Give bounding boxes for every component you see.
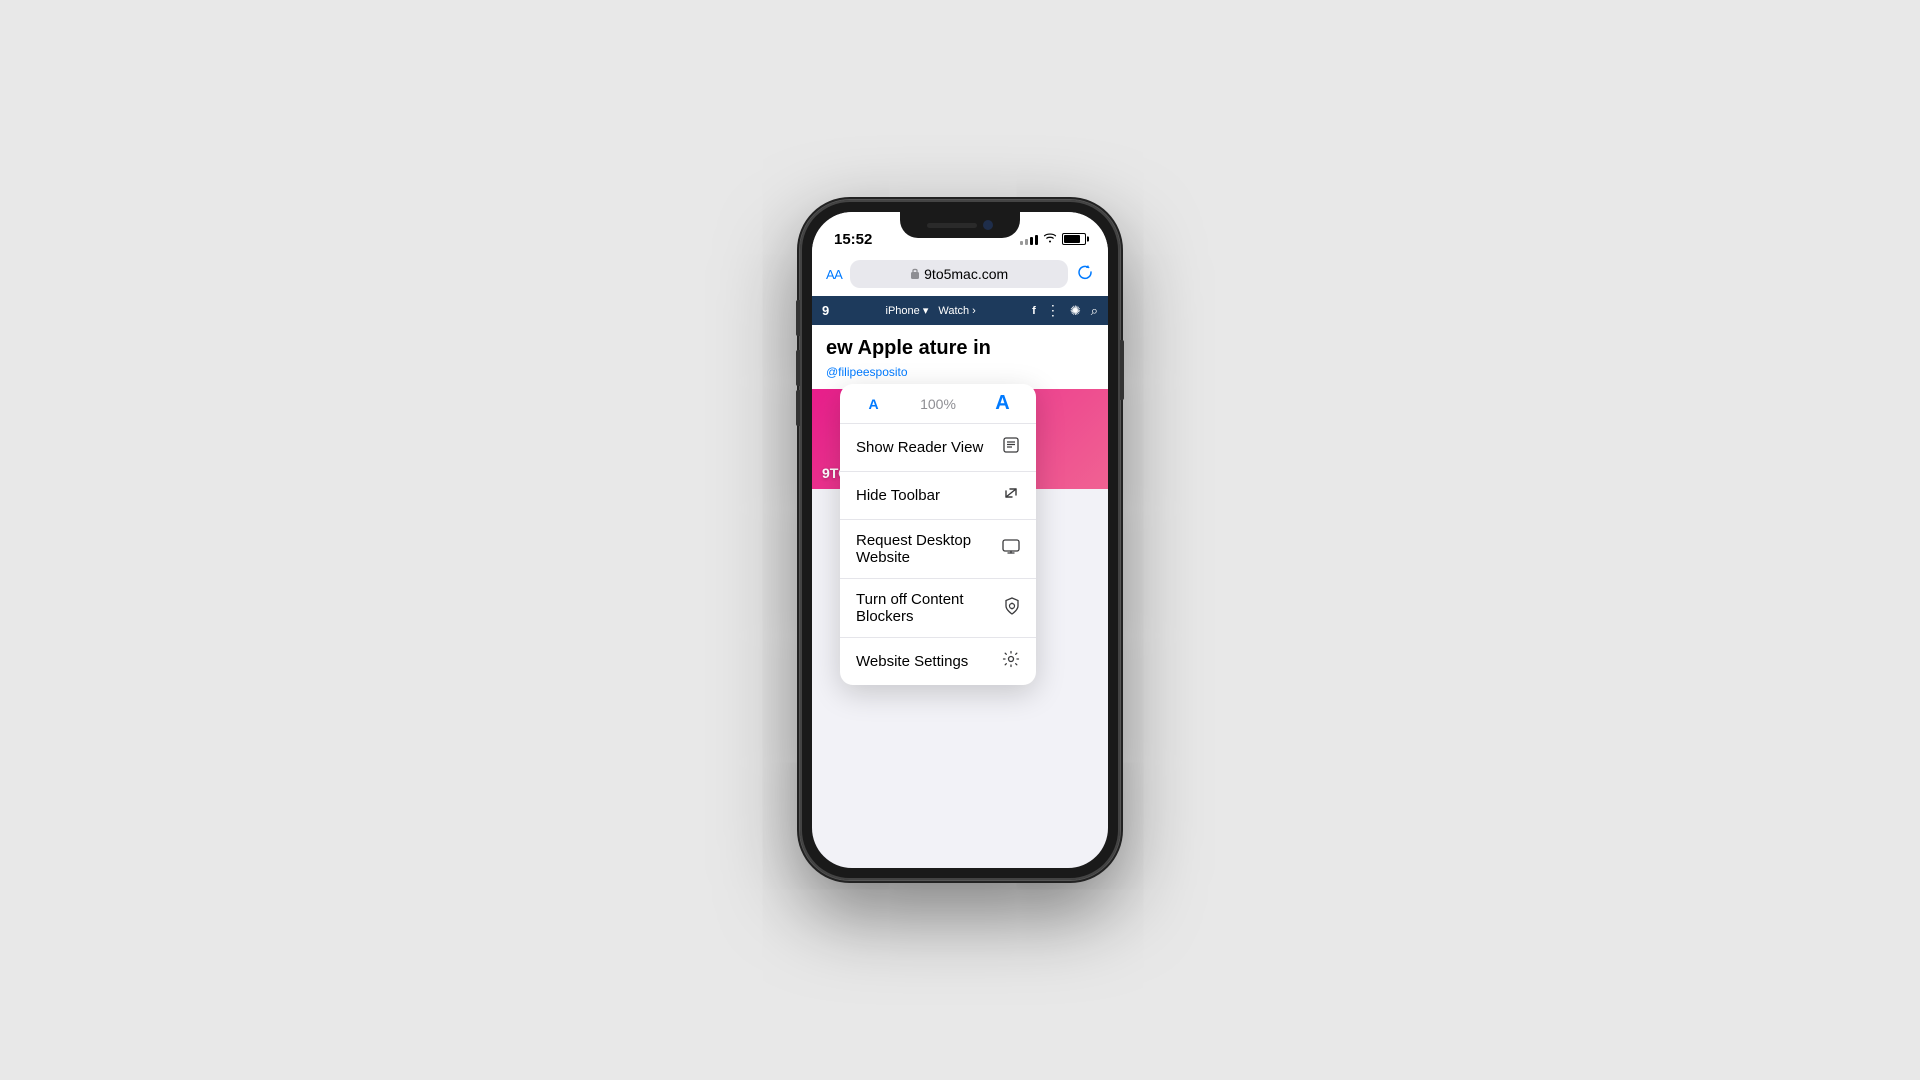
signal-bar-1 [1020, 241, 1023, 245]
signal-bars-icon [1020, 233, 1038, 245]
signal-bar-2 [1025, 239, 1028, 245]
notch-speaker [927, 223, 977, 228]
font-small-a-button[interactable]: A [852, 396, 895, 412]
font-popup: A 100% A Show Reader View [840, 384, 1036, 685]
request-desktop-label: Request Desktop Website [856, 532, 1002, 566]
article-author[interactable]: @filipeesposito [826, 365, 1094, 379]
phone-screen: 15:52 [812, 212, 1108, 868]
facebook-icon[interactable]: f [1032, 305, 1036, 317]
article-content: ew Apple ature in @filipeesposito [812, 325, 1108, 389]
reader-view-icon [1002, 436, 1020, 459]
phone-wrapper: 15:52 [800, 200, 1120, 880]
turn-off-content-blockers-label: Turn off Content Blockers [856, 591, 1004, 625]
hide-toolbar-label: Hide Toolbar [856, 487, 940, 504]
show-reader-view-item[interactable]: Show Reader View [840, 424, 1036, 472]
font-size-row: A 100% A [840, 384, 1036, 424]
turn-off-content-blockers-item[interactable]: Turn off Content Blockers [840, 579, 1036, 638]
status-time: 15:52 [834, 231, 872, 248]
url-field[interactable]: 9to5mac.com [850, 260, 1068, 288]
website-nav-icons: f ⋮ ✺ ⌕ [1032, 302, 1098, 319]
status-icons [1020, 232, 1086, 246]
signal-bar-4 [1035, 235, 1038, 245]
website-settings-label: Website Settings [856, 653, 968, 670]
font-percent-display: 100% [895, 396, 981, 412]
reload-button[interactable] [1076, 263, 1094, 286]
gear-icon [1002, 650, 1020, 673]
desktop-icon [1002, 539, 1020, 560]
request-desktop-item[interactable]: Request Desktop Website [840, 520, 1036, 579]
more-icon[interactable]: ⋮ [1046, 302, 1060, 319]
url-bar[interactable]: AA 9to5mac.com [812, 256, 1108, 296]
battery-fill [1064, 235, 1080, 243]
iphone-nav-item[interactable]: iPhone ▾ [886, 304, 929, 317]
website-nav-9: 9 [822, 303, 829, 318]
screen-content: 15:52 [812, 212, 1108, 868]
hide-toolbar-item[interactable]: Hide Toolbar [840, 472, 1036, 520]
shield-icon [1004, 597, 1020, 620]
lock-icon [910, 267, 920, 282]
search-icon[interactable]: ⌕ [1091, 303, 1098, 319]
watch-nav-item[interactable]: Watch › [938, 305, 976, 317]
wifi-icon [1043, 232, 1057, 246]
font-large-a-button[interactable]: A [981, 392, 1024, 415]
signal-bar-3 [1030, 237, 1033, 245]
website-nav-dark: 9 iPhone ▾ Watch › f ⋮ ✺ ⌕ [812, 296, 1108, 325]
show-reader-view-label: Show Reader View [856, 439, 983, 456]
hide-toolbar-icon [1002, 484, 1020, 507]
url-text: 9to5mac.com [924, 266, 1008, 282]
website-watch-nav[interactable]: iPhone ▾ Watch › [886, 304, 976, 317]
brightness-icon[interactable]: ✺ [1070, 303, 1081, 319]
battery-icon [1062, 233, 1086, 245]
main-area: 9 iPhone ▾ Watch › f ⋮ ✺ ⌕ ew Apple atur… [812, 296, 1108, 868]
website-settings-item[interactable]: Website Settings [840, 638, 1036, 685]
notch [900, 212, 1020, 238]
font-size-aa-button[interactable]: AA [826, 267, 842, 282]
notch-camera [983, 220, 993, 230]
article-title: ew Apple ature in [826, 335, 1094, 361]
